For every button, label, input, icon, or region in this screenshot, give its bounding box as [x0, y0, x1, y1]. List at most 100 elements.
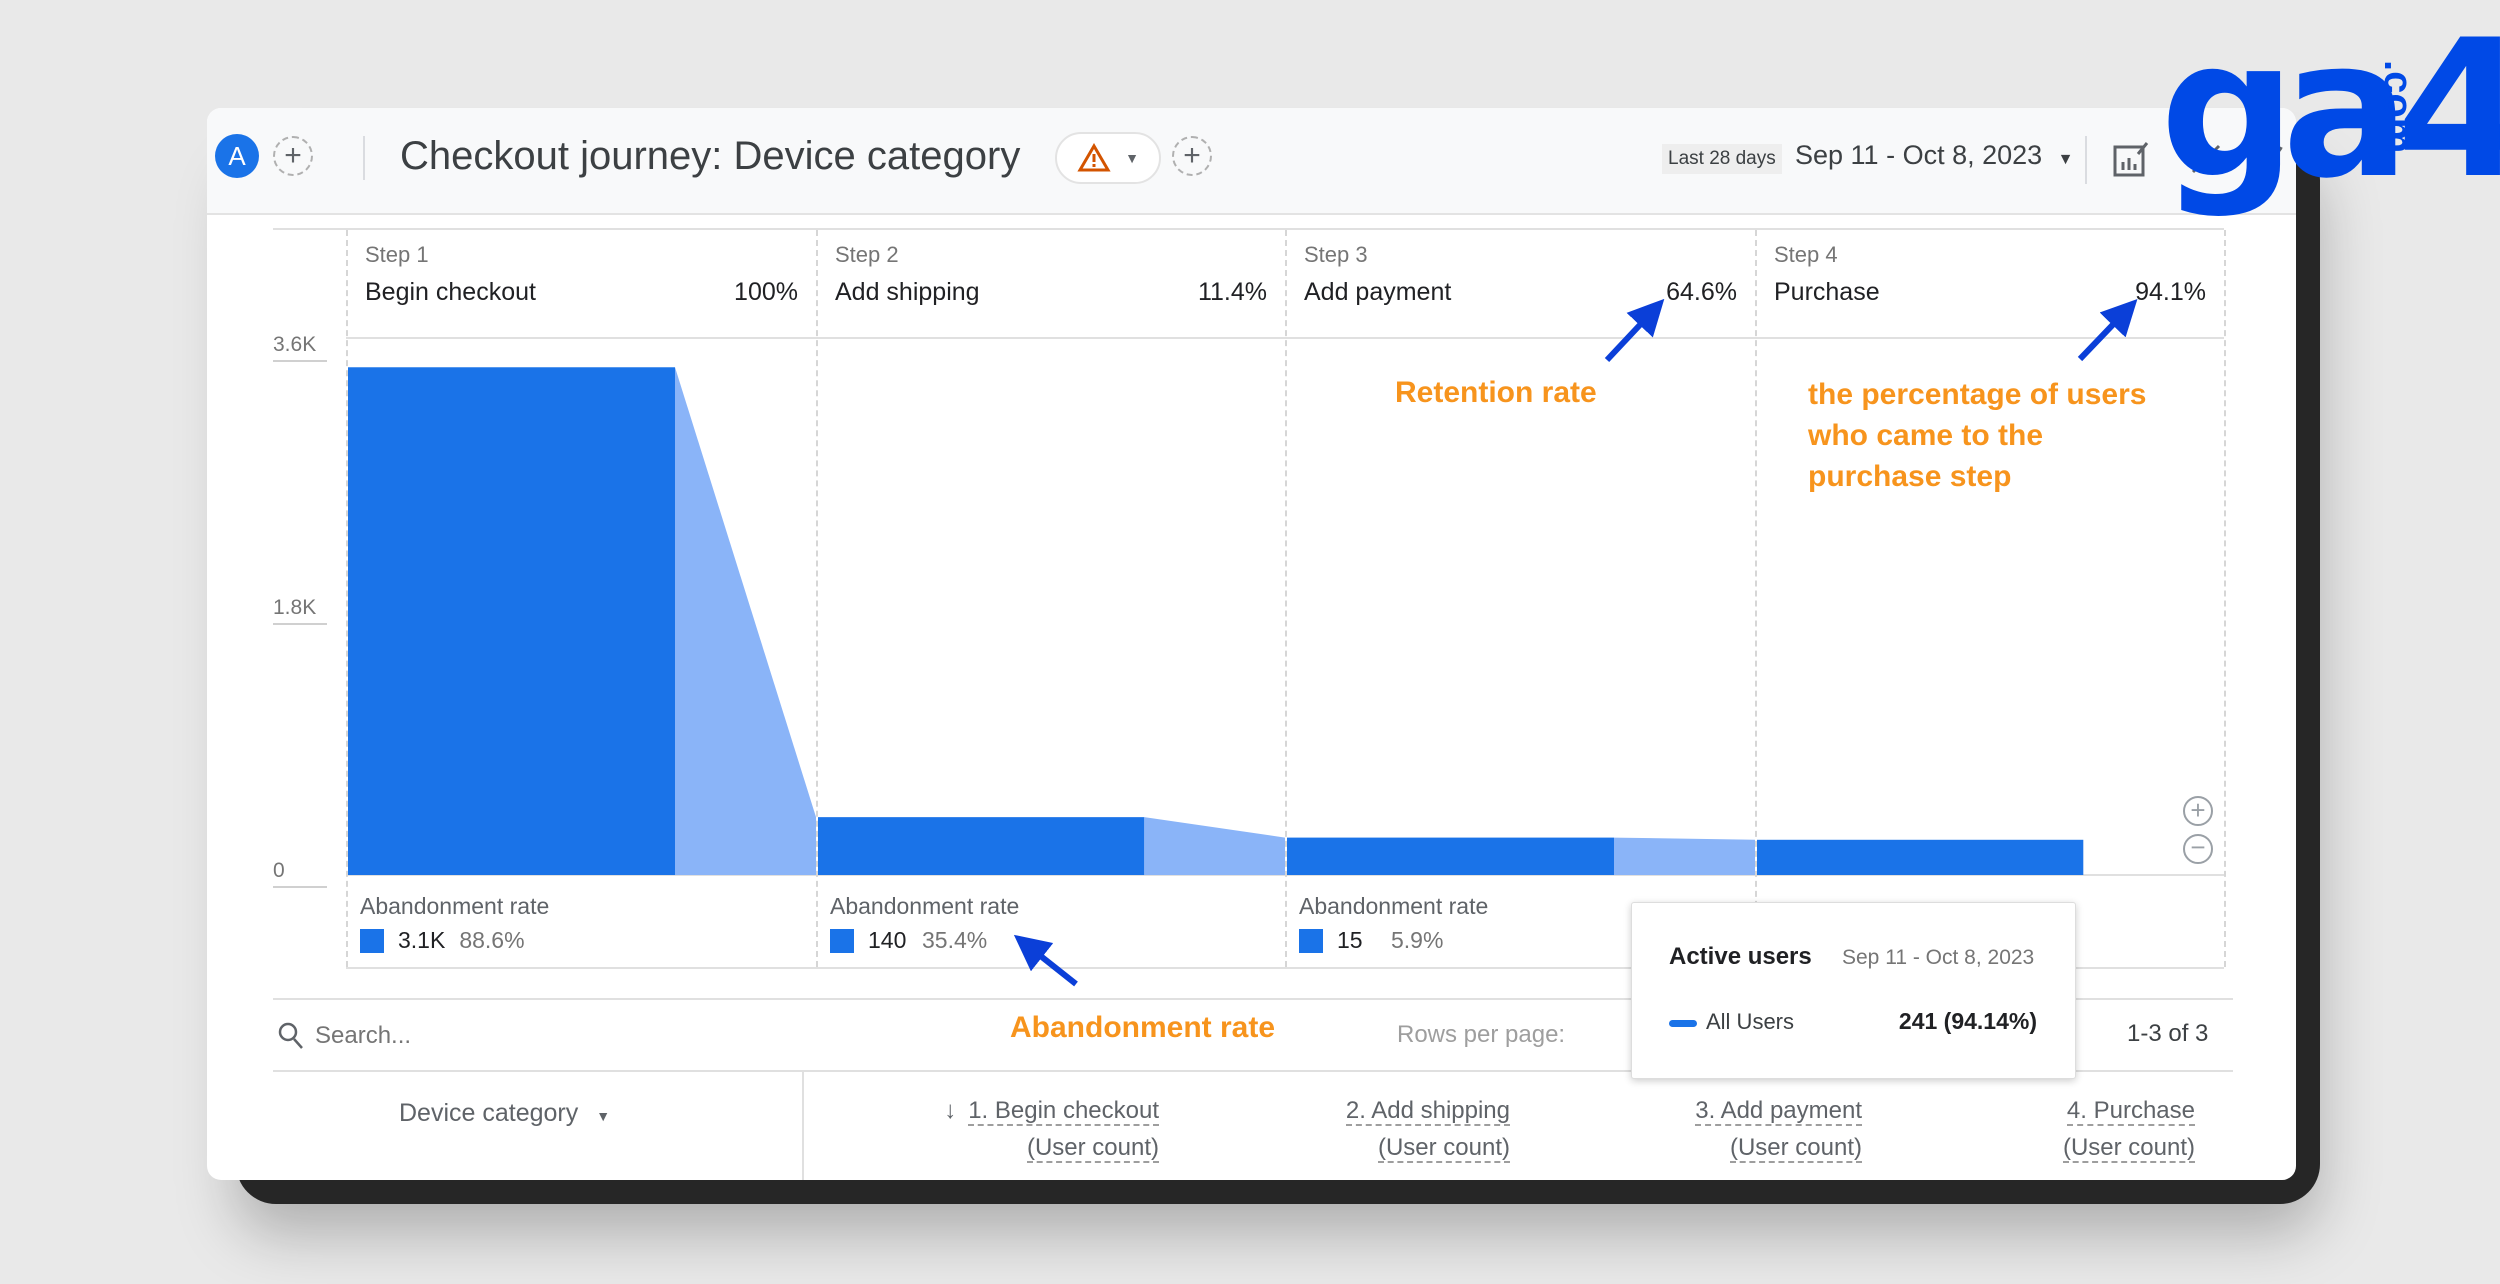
step-name: Begin checkout: [365, 278, 536, 306]
column-subtitle: (User count): [1026, 1134, 1159, 1163]
warning-icon: [1077, 143, 1111, 172]
legend-swatch: [830, 928, 854, 953]
add-button[interactable]: +: [1172, 136, 1212, 176]
step-number: Step 3: [1304, 242, 1368, 267]
divider: [273, 228, 2224, 230]
column-header[interactable]: ↓ 1. Begin checkout (User count): [944, 1092, 1159, 1166]
y-tick-label: 0: [273, 859, 285, 882]
step-divider: [1285, 230, 1287, 967]
funnel-chart: 0 1.8K 3.6K: [207, 215, 2296, 975]
date-range-text: Sep 11 - Oct 8, 2023: [1795, 140, 2043, 170]
column-header[interactable]: 3. Add payment (User count): [1695, 1092, 1862, 1166]
abandonment-values: 15 5.9%: [1299, 927, 1443, 954]
abandonment-label: Abandonment rate: [830, 893, 1020, 919]
annotation-retention-rate: Retention rate: [1395, 376, 1597, 409]
tooltip-value: 241 (94.14%): [1898, 1008, 2037, 1034]
chevron-down-icon: ▼: [2057, 151, 2074, 168]
column-subtitle: (User count): [1377, 1134, 1510, 1163]
funnel-bar[interactable]: [818, 817, 1145, 875]
funnel-chart-canvas: 0 1.8K 3.6K: [273, 333, 2224, 888]
plus-icon: +: [1183, 139, 1201, 172]
customize-report-icon[interactable]: [2112, 140, 2150, 178]
column-title: 4. Purchase: [2066, 1097, 2195, 1126]
abandonment-count: 3.1K: [398, 927, 446, 953]
search-input[interactable]: [315, 1018, 815, 1054]
chevron-down-icon: ▼: [1125, 150, 1139, 166]
column-title: 1. Begin checkout: [968, 1097, 1159, 1126]
abandonment-values: 140 35.4%: [830, 927, 987, 954]
legend-swatch: [1299, 928, 1323, 953]
step-number: Step 4: [1774, 242, 1838, 267]
step-rate: 94.1%: [2135, 278, 2206, 306]
zoom-out-button[interactable]: −: [2183, 834, 2213, 864]
report-status-chip[interactable]: ▼: [1055, 132, 1161, 184]
column-subtitle: (User count): [1729, 1134, 1862, 1163]
ga4-logo: ga4: [2160, 0, 2500, 220]
avatar[interactable]: A: [215, 134, 259, 178]
ga4-logo-suffix: .com: [2376, 60, 2420, 154]
pagination-text: 1-3 of 3: [2127, 1020, 2209, 1047]
funnel-bar[interactable]: [348, 367, 675, 875]
dropoff-area[interactable]: [675, 367, 816, 875]
legend-swatch: [360, 928, 384, 953]
column-header[interactable]: 4. Purchase (User count): [2062, 1092, 2195, 1166]
plus-icon: +: [2190, 795, 2206, 825]
annotation-abandonment-rate: Abandonment rate: [1010, 1011, 1276, 1044]
tooltip-series: All Users: [1706, 1009, 1795, 1034]
plus-icon: +: [284, 139, 302, 172]
annotation-purchase-step: the percentage of users who came to the …: [1808, 374, 2146, 497]
report-header: A + Checkout journey: Device category ▼ …: [207, 108, 2296, 215]
search-icon: [278, 1022, 303, 1049]
step-name: Add payment: [1304, 278, 1452, 306]
abandonment-values: 3.1K 88.6%: [360, 927, 525, 954]
step-rate: 100%: [734, 278, 798, 306]
divider: [363, 136, 365, 180]
step-rate: 64.6%: [1666, 278, 1737, 306]
funnel-bar[interactable]: [1757, 839, 2084, 875]
abandonment-percent: 35.4%: [922, 927, 988, 953]
step-divider: [2224, 230, 2226, 967]
step-divider: [1755, 230, 1757, 967]
dimension-selector[interactable]: Device category ▼: [399, 1099, 610, 1128]
step-rate: 11.4%: [1197, 278, 1267, 306]
annotation-line: the percentage of users: [1808, 378, 2147, 411]
dropoff-area[interactable]: [1144, 817, 1285, 875]
funnel-bar[interactable]: [1287, 837, 1614, 875]
abandonment-count: 15: [1337, 927, 1363, 953]
step-name: Add shipping: [835, 278, 980, 306]
abandonment-percent: 88.6%: [459, 927, 525, 953]
divider: [802, 1072, 804, 1180]
y-tick-label: 1.8K: [273, 596, 316, 619]
sort-descending-icon: ↓: [944, 1097, 957, 1124]
step-number: Step 2: [835, 242, 899, 267]
zoom-in-button[interactable]: +: [2183, 796, 2213, 826]
dropoff-area[interactable]: [1614, 837, 1755, 875]
abandonment-label: Abandonment rate: [1299, 893, 1489, 919]
chevron-down-icon: ▼: [596, 1108, 611, 1124]
date-preset-label: Last 28 days: [1662, 144, 1782, 174]
page-title: Checkout journey: Device category: [400, 134, 1021, 178]
abandonment-count: 140: [868, 927, 907, 953]
step-name: Purchase: [1774, 278, 1880, 306]
divider: [2085, 136, 2087, 184]
rows-per-page-label: Rows per page:: [1397, 1021, 1566, 1048]
abandonment-label: Abandonment rate: [360, 893, 550, 919]
dimension-label: Device category: [399, 1099, 579, 1127]
chart-tooltip: Active users Sep 11 - Oct 8, 2023 All Us…: [1631, 902, 2076, 1079]
abandonment-percent: 5.9%: [1391, 927, 1444, 953]
step-divider: [346, 230, 348, 967]
tooltip-title: Active users: [1669, 943, 1812, 970]
add-comparison-button[interactable]: +: [273, 136, 313, 176]
tooltip-date: Sep 11 - Oct 8, 2023: [1842, 946, 2035, 969]
y-tick-label: 3.6K: [273, 333, 316, 356]
annotation-line: purchase step: [1808, 460, 2012, 493]
column-title: 2. Add shipping: [1345, 1097, 1510, 1126]
column-subtitle: (User count): [2062, 1134, 2195, 1163]
column-header[interactable]: 2. Add shipping (User count): [1345, 1092, 1510, 1166]
date-range-picker[interactable]: Sep 11 - Oct 8, 2023 ▼: [1795, 140, 2074, 171]
minus-icon: −: [2190, 832, 2206, 862]
step-divider: [816, 230, 818, 967]
column-title: 3. Add payment: [1695, 1097, 1862, 1126]
annotation-line: who came to the: [1808, 419, 2044, 452]
series-legend-swatch: [1669, 1020, 1697, 1027]
